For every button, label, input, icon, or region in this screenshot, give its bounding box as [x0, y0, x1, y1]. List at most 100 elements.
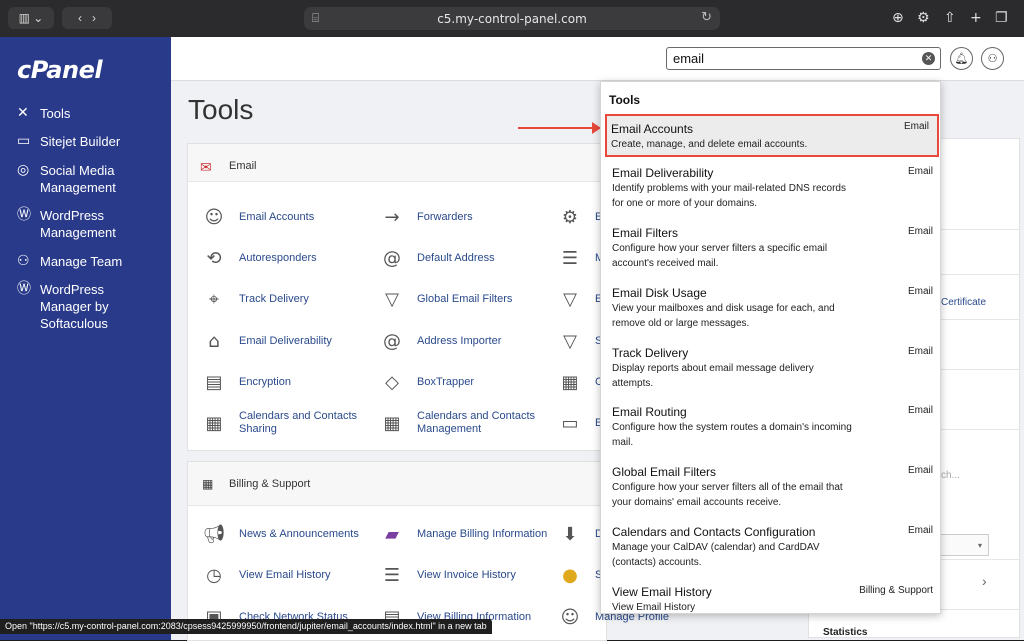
- tool-partial-3[interactable]: ▽ E: [556, 286, 602, 312]
- tool-boxtrapper[interactable]: ◇ BoxTrapper: [378, 369, 474, 395]
- result-email-disk-usage[interactable]: Email Disk Usage View your mailboxes and…: [612, 286, 940, 331]
- team-icon: ⚇: [17, 253, 30, 269]
- link-preview-statusbar: Open "https://c5.my-control-panel.com:20…: [0, 619, 492, 634]
- download-doc-icon: ⬇: [562, 523, 578, 545]
- right-search-hint: ch...: [941, 470, 960, 481]
- address-bar[interactable]: ⌸ c5.my-control-panel.com ↻: [304, 7, 720, 30]
- tab-overview-icon[interactable]: ❐: [995, 10, 1008, 26]
- back-forward-buttons[interactable]: ‹ ›: [62, 7, 112, 29]
- calendar-icon: ▦: [205, 412, 223, 434]
- certificate-link[interactable]: Certificate: [941, 297, 986, 308]
- sidebar-item-social-media[interactable]: ◎ Social Media Management: [17, 162, 137, 196]
- profile-icon: ☺: [560, 606, 580, 628]
- at-sign-icon: @: [383, 330, 401, 352]
- history-icon: ◷: [206, 564, 222, 586]
- cpanel-logo[interactable]: cPanel: [17, 56, 103, 84]
- download-icon[interactable]: ⊕: [892, 10, 904, 26]
- result-view-email-history[interactable]: View Email History View Email History Bi…: [612, 585, 940, 613]
- wordpress-icon: Ⓦ: [17, 207, 31, 223]
- sidebar-toggle-button[interactable]: ▥ ⌄: [8, 7, 54, 29]
- right-select[interactable]: ▾: [941, 534, 989, 556]
- tool-partial-2[interactable]: ☰M: [556, 245, 604, 271]
- support-icon: ●: [562, 564, 578, 586]
- wordpress-icon: Ⓦ: [17, 281, 31, 297]
- tool-partial-5[interactable]: ▦ C: [556, 369, 602, 395]
- filter-icon: ▽: [563, 288, 577, 310]
- routing-icon: ⚙: [561, 206, 579, 228]
- share-icon[interactable]: ⇧: [944, 10, 956, 26]
- credit-card-icon: ▰: [385, 523, 399, 545]
- sidebar-item-manage-team[interactable]: ⚇ Manage Team: [17, 253, 122, 270]
- user-account-icon[interactable]: ⚇: [981, 47, 1004, 70]
- tool-forwarders[interactable]: → Forwarders: [378, 204, 472, 230]
- notifications-bell-icon[interactable]: 🔔︎: [950, 47, 973, 70]
- clear-search-icon[interactable]: ✕: [922, 52, 935, 65]
- social-media-icon: ◎: [17, 162, 30, 178]
- disk-icon: ▭: [561, 412, 579, 434]
- briefcase-icon: ▤: [205, 371, 223, 393]
- filter-globe-icon: ▽: [385, 288, 399, 310]
- sidebar-item-wordpress-softaculous[interactable]: Ⓦ WordPress Manager by Softaculous: [17, 281, 135, 332]
- calendar-icon: ▦: [383, 412, 401, 434]
- tool-encryption[interactable]: ▤ Encryption: [200, 369, 291, 395]
- tool-email-accounts[interactable]: ☺ Email Accounts: [200, 204, 315, 230]
- result-track-delivery[interactable]: Track Delivery Display reports about ema…: [612, 346, 940, 391]
- user-mail-icon: ☺: [204, 206, 224, 228]
- invoice-icon: ☰: [383, 564, 401, 586]
- tool-calendars-sharing[interactable]: ▦ Calendars and Contacts Sharing: [200, 410, 370, 436]
- at-sign-icon: @: [383, 247, 401, 269]
- forward-icon: →: [384, 206, 400, 228]
- page-title: Tools: [188, 94, 254, 125]
- tool-partial-7[interactable]: ⬇ D: [556, 521, 603, 547]
- new-tab-icon[interactable]: +: [970, 10, 982, 26]
- result-email-filters[interactable]: Email Filters Configure how your server …: [612, 226, 940, 271]
- search-results-dropdown: Tools Email Accounts Create, manage, and…: [600, 81, 941, 614]
- tool-address-importer[interactable]: @ Address Importer: [378, 328, 501, 354]
- tool-track-delivery[interactable]: ⌖ Track Delivery: [200, 286, 309, 312]
- calendar-icon: ▦: [561, 371, 579, 393]
- tools-icon: ✕: [17, 105, 29, 121]
- mailbox-icon: ⌂: [208, 330, 220, 352]
- tool-global-email-filters[interactable]: ▽ Global Email Filters: [378, 286, 512, 312]
- result-email-routing[interactable]: Email Routing Configure how the system r…: [612, 405, 940, 450]
- tool-partial-1[interactable]: ⚙ E: [556, 204, 602, 230]
- sidebar: [0, 37, 171, 640]
- megaphone-icon: 📢︎: [202, 523, 226, 545]
- result-global-email-filters[interactable]: Global Email Filters Configure how your …: [612, 465, 940, 510]
- browser-toolbar: ▥ ⌄ ‹ › ⌸ c5.my-control-panel.com ↻ ⊕ ⚙ …: [0, 0, 1024, 37]
- result-email-deliverability[interactable]: Email Deliverability Identify problems w…: [612, 166, 940, 211]
- tool-view-invoice-history[interactable]: ☰ View Invoice History: [378, 562, 516, 588]
- chevron-right-icon[interactable]: ›: [982, 573, 987, 589]
- result-email-accounts[interactable]: Email Accounts Create, manage, and delet…: [605, 114, 939, 157]
- autoresponder-icon: ⟲: [206, 247, 222, 269]
- url-text: c5.my-control-panel.com: [437, 11, 587, 26]
- dropdown-heading: Tools: [609, 93, 641, 107]
- tool-partial-8[interactable]: ● S: [556, 562, 602, 588]
- tool-default-address[interactable]: @ Default Address: [378, 245, 495, 271]
- site-settings-icon[interactable]: ⌸: [312, 11, 319, 26]
- tool-news[interactable]: 📢︎ News & Announcements: [200, 521, 359, 547]
- sidebar-item-tools[interactable]: ✕ Tools: [17, 105, 70, 122]
- annotation-arrow: [518, 127, 598, 129]
- tool-partial-4[interactable]: ▽ S: [556, 328, 602, 354]
- tool-calendars-management[interactable]: ▦ Calendars and Contacts Management: [378, 410, 548, 436]
- reload-icon[interactable]: ↻: [701, 10, 712, 25]
- tool-manage-billing[interactable]: ▰ Manage Billing Information: [378, 521, 547, 547]
- gear-icon[interactable]: ⚙: [917, 10, 930, 26]
- location-pin-icon: ⌖: [208, 288, 220, 310]
- list-icon: ☰: [561, 247, 579, 269]
- filter-icon: ▽: [563, 330, 577, 352]
- billing-section-title: Billing & Support: [229, 478, 311, 490]
- sitejet-icon: ▭: [17, 133, 31, 149]
- sidebar-item-sitejet[interactable]: ▭ Sitejet Builder: [17, 133, 120, 150]
- tool-view-email-history[interactable]: ◷ View Email History: [200, 562, 330, 588]
- search-input[interactable]: email ✕: [666, 47, 941, 70]
- sidebar-item-wordpress-management[interactable]: Ⓦ WordPress Management: [17, 207, 127, 241]
- tool-email-deliverability[interactable]: ⌂ Email Deliverability: [200, 328, 332, 354]
- result-calendars-contacts-config[interactable]: Calendars and Contacts Configuration Man…: [612, 525, 940, 570]
- statistics-label: Statistics: [823, 627, 868, 638]
- tool-autoresponders[interactable]: ⟲ Autoresponders: [200, 245, 316, 271]
- email-section-title: Email: [229, 160, 257, 172]
- tool-partial-6[interactable]: ▭ E: [556, 410, 602, 436]
- envelope-icon: ✉: [200, 159, 212, 175]
